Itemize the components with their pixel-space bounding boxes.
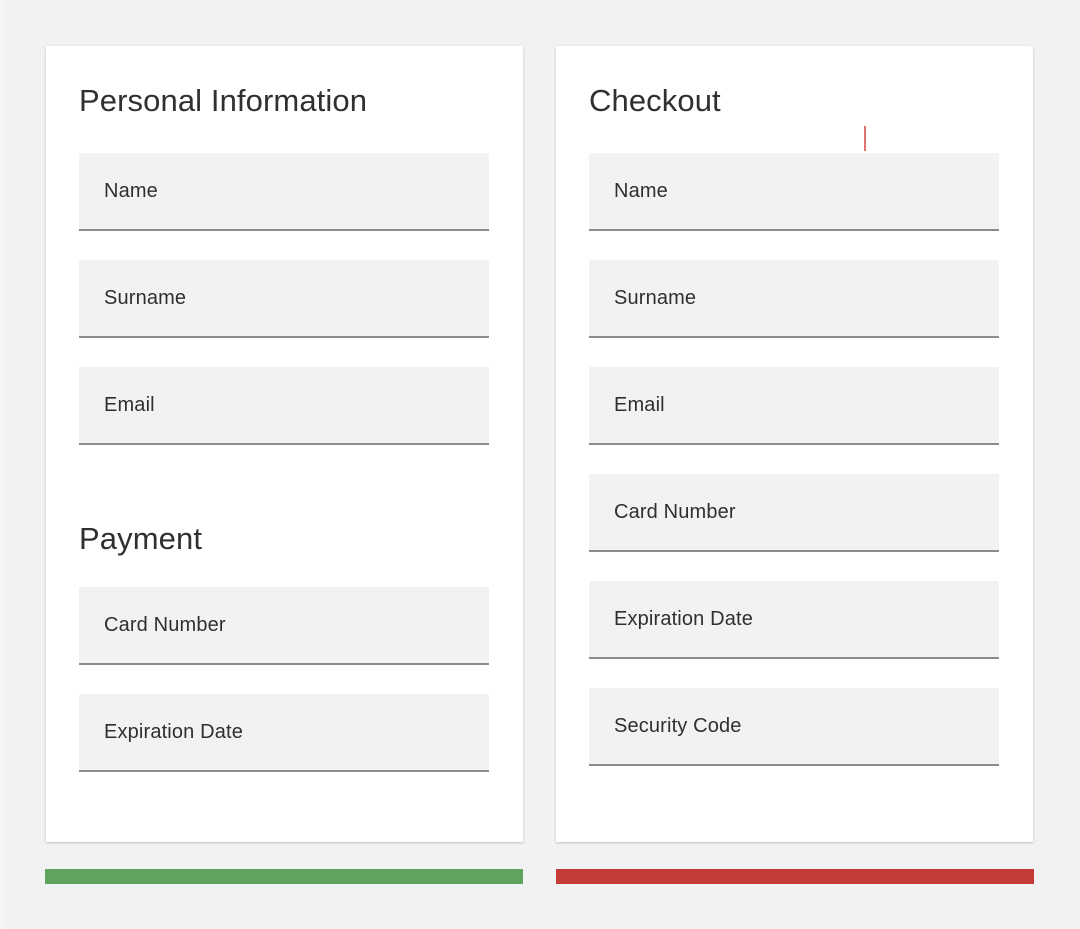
checkout-security-code-field[interactable]: Security Code — [589, 688, 999, 766]
checkout-expiration-date-field[interactable]: Expiration Date — [589, 581, 999, 659]
expiration-date-field[interactable]: Expiration Date — [79, 694, 489, 772]
card-number-field[interactable]: Card Number — [79, 587, 489, 665]
name-field-label: Name — [79, 181, 158, 201]
checkout-card-content: Checkout Name Surname Email Card Number … — [589, 46, 1000, 842]
email-field[interactable]: Email — [79, 367, 489, 445]
right-card-status-bar — [556, 869, 1034, 884]
card-number-field-label: Card Number — [79, 615, 226, 635]
surname-field-label: Surname — [79, 288, 186, 308]
surname-field[interactable]: Surname — [79, 260, 489, 338]
name-field[interactable]: Name — [79, 153, 489, 231]
page-title: Personal Information — [79, 85, 367, 116]
checkout-card-number-field[interactable]: Card Number — [589, 474, 999, 552]
checkout-email-field[interactable]: Email — [589, 367, 999, 445]
checkout-name-field-label: Name — [589, 181, 668, 201]
expiration-date-field-label: Expiration Date — [79, 722, 243, 742]
checkout-name-field[interactable]: Name — [589, 153, 999, 231]
checkout-security-code-field-label: Security Code — [589, 716, 742, 736]
checkout-card: Checkout Name Surname Email Card Number … — [556, 46, 1033, 842]
checkout-email-field-label: Email — [589, 395, 665, 415]
checkout-card-number-field-label: Card Number — [589, 502, 736, 522]
comparison-board: Personal Information Name Surname Email … — [0, 0, 1080, 929]
left-card-status-bar — [45, 869, 523, 884]
personal-information-card: Personal Information Name Surname Email … — [46, 46, 523, 842]
checkout-surname-field[interactable]: Surname — [589, 260, 999, 338]
payment-section-title: Payment — [79, 523, 202, 554]
checkout-title: Checkout — [589, 85, 721, 116]
checkout-surname-field-label: Surname — [589, 288, 696, 308]
personal-information-card-content: Personal Information Name Surname Email … — [79, 46, 490, 842]
checkout-expiration-date-field-label: Expiration Date — [589, 609, 753, 629]
text-caret-icon — [864, 126, 866, 151]
email-field-label: Email — [79, 395, 155, 415]
